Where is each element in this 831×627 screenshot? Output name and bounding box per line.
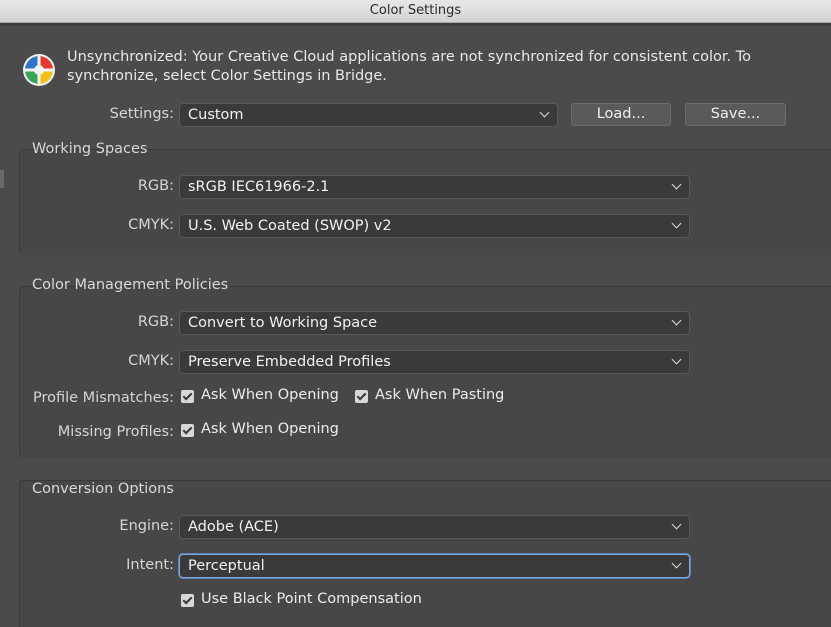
black-point-compensation-checkbox[interactable]	[181, 594, 194, 607]
ask-when-opening-checkbox[interactable]	[181, 390, 194, 403]
ws-cmyk-select[interactable]: U.S. Web Coated (SWOP) v2	[179, 214, 690, 238]
policy-rgb-value: Convert to Working Space	[188, 315, 378, 331]
chevron-down-icon	[671, 315, 682, 326]
policy-rgb-label: RGB:	[137, 314, 174, 330]
sync-notice: Unsynchronized: Your Creative Cloud appl…	[67, 49, 752, 84]
intent-value: Perceptual	[188, 558, 265, 574]
window-title: Color Settings	[369, 3, 462, 18]
policy-cmyk-label: CMYK:	[128, 353, 174, 369]
ask-when-pasting-checkbox[interactable]	[355, 390, 368, 403]
ws-rgb-select[interactable]: sRGB IEC61966-2.1	[179, 175, 690, 199]
intent-select[interactable]: Perceptual	[179, 554, 690, 578]
working-spaces-group	[19, 149, 831, 255]
window-left-edge	[0, 170, 4, 188]
engine-select[interactable]: Adobe (ACE)	[179, 515, 690, 539]
working-spaces-title: Working Spaces	[32, 141, 148, 157]
chevron-down-icon	[539, 107, 550, 118]
chevron-down-icon	[671, 218, 682, 229]
profile-mismatches-label: Profile Mismatches:	[32, 390, 174, 406]
policies-title: Color Management Policies	[32, 277, 229, 293]
settings-select[interactable]: Custom	[179, 103, 558, 127]
conversion-title: Conversion Options	[32, 481, 174, 497]
missing-ask-opening-checkbox[interactable]	[181, 424, 194, 437]
policy-rgb-select[interactable]: Convert to Working Space	[179, 311, 690, 335]
window-top-edge	[0, 23, 831, 26]
missing-ask-opening-label[interactable]: Ask When Opening	[201, 421, 339, 437]
chevron-down-icon	[671, 179, 682, 190]
chevron-down-icon	[671, 519, 682, 530]
missing-profiles-label: Missing Profiles:	[57, 424, 174, 440]
settings-value: Custom	[188, 107, 244, 123]
ws-cmyk-value: U.S. Web Coated (SWOP) v2	[188, 218, 392, 234]
ws-cmyk-label: CMYK:	[128, 217, 174, 233]
ws-rgb-label: RGB:	[137, 178, 174, 194]
policy-cmyk-value: Preserve Embedded Profiles	[188, 354, 391, 370]
engine-label: Engine:	[119, 518, 174, 534]
engine-value: Adobe (ACE)	[188, 519, 279, 535]
settings-label: Settings:	[109, 106, 174, 122]
ws-rgb-value: sRGB IEC61966-2.1	[188, 179, 330, 195]
window-title-bar[interactable]: Color Settings	[0, 0, 831, 23]
policy-cmyk-select[interactable]: Preserve Embedded Profiles	[179, 350, 690, 374]
load-button[interactable]: Load...	[571, 103, 671, 126]
chevron-down-icon	[671, 354, 682, 365]
ask-when-opening-label[interactable]: Ask When Opening	[201, 387, 339, 403]
black-point-compensation-label[interactable]: Use Black Point Compensation	[201, 591, 422, 607]
color-wheel-icon	[23, 54, 55, 86]
save-button[interactable]: Save...	[685, 103, 786, 126]
ask-when-pasting-label[interactable]: Ask When Pasting	[375, 387, 504, 403]
chevron-down-icon	[671, 558, 682, 569]
intent-label: Intent:	[126, 557, 174, 573]
